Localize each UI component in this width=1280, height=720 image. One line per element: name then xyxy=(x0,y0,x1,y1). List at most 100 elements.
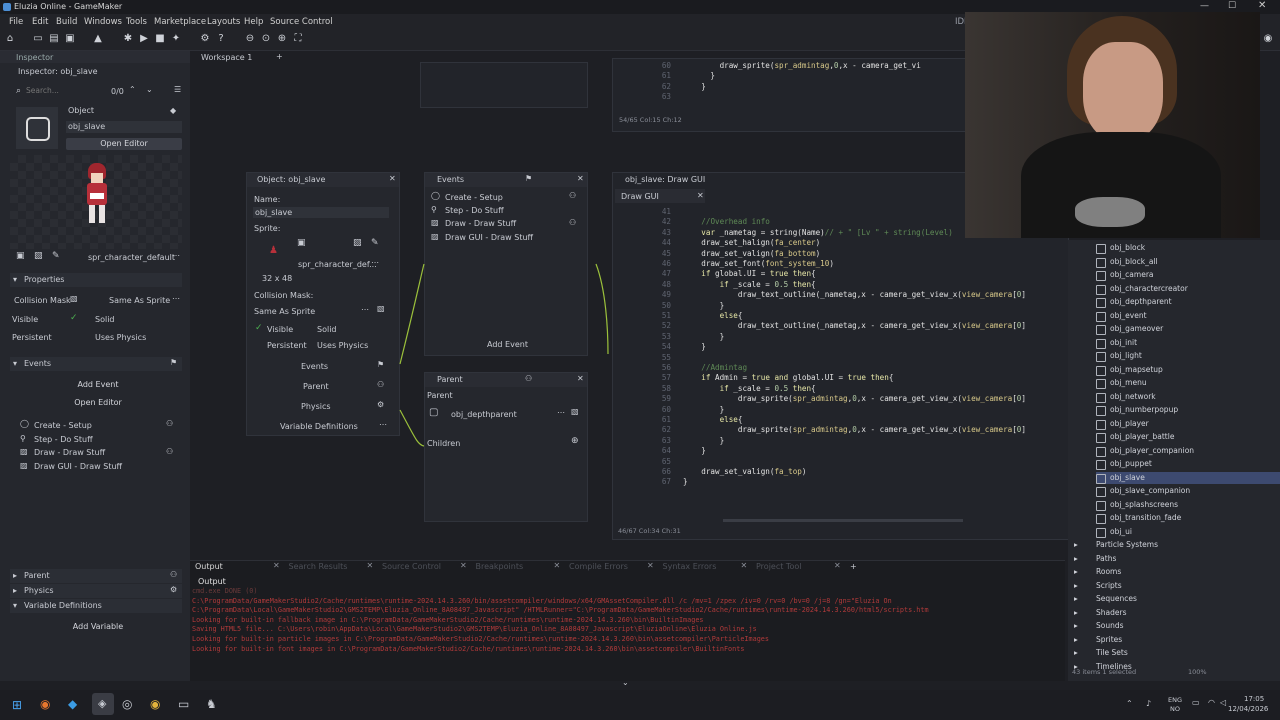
name-field[interactable]: obj_slave xyxy=(253,207,389,218)
menu-marketplace[interactable]: Marketplace xyxy=(154,17,206,27)
output-tab[interactable]: Output xyxy=(195,562,223,571)
zoom-out-icon[interactable]: ⊖ xyxy=(244,33,256,45)
terminal-icon[interactable]: ▭ xyxy=(178,697,189,711)
clock-date[interactable]: 12/04/2026 xyxy=(1228,705,1268,713)
open-folder-icon[interactable]: ▤ xyxy=(48,33,60,45)
speaker-icon[interactable]: ◁ xyxy=(1220,698,1226,707)
sprite-more-icon[interactable]: ⋯ xyxy=(371,258,379,267)
events-item-draw-gui[interactable]: Draw GUI - Draw Stuff xyxy=(445,233,533,242)
open-editor-events-button[interactable]: Open Editor xyxy=(14,397,182,409)
event-step[interactable]: Step - Do Stuff xyxy=(34,435,93,444)
mask-window-more-icon[interactable]: ⋯ xyxy=(361,305,369,314)
list-icon[interactable]: ☰ xyxy=(174,85,181,94)
events-window-button[interactable]: Events xyxy=(301,362,328,371)
event-draw-gui[interactable]: Draw GUI - Draw Stuff xyxy=(34,462,122,471)
output-tab-close-icon[interactable]: ✕ xyxy=(460,561,467,570)
asset-item[interactable]: obj_block xyxy=(1096,242,1280,254)
stop-icon[interactable]: ■ xyxy=(154,33,166,45)
physics-window-button[interactable]: Physics xyxy=(301,402,331,411)
home-icon[interactable]: ⌂ xyxy=(4,33,16,45)
asset-item[interactable]: obj_mapsetup xyxy=(1096,364,1280,376)
save-icon[interactable]: ▣ xyxy=(64,33,76,45)
flag-icon[interactable]: ⚑ xyxy=(170,358,177,367)
asset-item[interactable]: obj_player xyxy=(1096,418,1280,430)
search-icon[interactable]: ⌕ xyxy=(16,86,21,96)
tab-inspector[interactable]: Inspector xyxy=(16,53,53,62)
clean-icon[interactable]: ✦ xyxy=(170,33,182,45)
obs-icon[interactable]: ◎ xyxy=(122,697,132,711)
events-window-flag-icon[interactable]: ⚑ xyxy=(377,360,384,369)
asset-item[interactable]: obj_player_companion xyxy=(1096,445,1280,457)
menu-build[interactable]: Build xyxy=(56,17,77,27)
menu-file[interactable]: File xyxy=(9,17,23,27)
menu-help[interactable]: Help xyxy=(244,17,263,27)
asset-item[interactable]: obj_depthparent xyxy=(1096,296,1280,308)
output-tab-close-icon[interactable]: ✕ xyxy=(554,561,561,570)
parent-tree-icon[interactable]: ⚇ xyxy=(170,570,177,579)
maximize-icon[interactable]: ☐ xyxy=(1228,1,1236,11)
output-tab-close-icon[interactable]: ✕ xyxy=(273,561,280,570)
wifi-icon[interactable]: ◠ xyxy=(1208,698,1215,707)
sprite-value[interactable]: spr_character_def... xyxy=(298,260,377,269)
asset-item[interactable]: obj_block_all xyxy=(1096,256,1280,268)
persistent-window-label[interactable]: Persistent xyxy=(267,341,307,350)
physics-window-gear-icon[interactable]: ⚙ xyxy=(377,400,384,409)
event-create[interactable]: Create - Setup xyxy=(34,421,92,430)
menu-windows[interactable]: Windows xyxy=(84,17,122,27)
output-tab[interactable]: Search Results xyxy=(289,562,348,571)
menu-layouts[interactable]: Layouts xyxy=(207,17,240,27)
asset-item[interactable]: obj_slave xyxy=(1096,471,1280,484)
tag-icon[interactable]: ◆ xyxy=(170,106,176,115)
chrome-icon[interactable]: ◉ xyxy=(1262,33,1274,45)
package-icon[interactable]: ▲ xyxy=(92,33,104,45)
debug-icon[interactable]: ✱ xyxy=(122,33,134,45)
event-create-user-icon[interactable]: ⚇ xyxy=(166,419,173,428)
solid-label[interactable]: Solid xyxy=(95,315,115,324)
output-collapse-icon[interactable]: ⌄ xyxy=(622,678,629,687)
firefox-icon[interactable]: ◉ xyxy=(40,697,50,711)
solid-window-label[interactable]: Solid xyxy=(317,325,337,334)
chevron-up-icon[interactable]: ⌃ xyxy=(129,85,136,94)
minimize-icon[interactable]: — xyxy=(1200,1,1209,11)
mask-window-edit-icon[interactable]: ▧ xyxy=(377,304,385,313)
asset-item[interactable]: obj_splashscreens xyxy=(1096,499,1280,511)
add-event-button[interactable]: Add Event xyxy=(14,379,182,391)
gamemaker-taskbar-icon[interactable]: ◈ xyxy=(92,693,114,715)
fit-icon[interactable]: ⛶ xyxy=(292,33,304,45)
asset-item[interactable]: obj_event xyxy=(1096,310,1280,322)
output-tab[interactable]: Breakpoints xyxy=(476,562,524,571)
events-flag-icon[interactable]: ⚑ xyxy=(525,174,532,183)
clock-time[interactable]: 17:05 xyxy=(1244,695,1264,703)
add-variable-button[interactable]: Add Variable xyxy=(14,621,182,633)
output-subtab[interactable]: Output xyxy=(198,577,226,586)
physics-gear-icon[interactable]: ⚙ xyxy=(170,585,177,594)
events-item-draw[interactable]: Draw - Draw Stuff xyxy=(445,219,516,228)
asset-item[interactable]: obj_init xyxy=(1096,337,1280,349)
output-tab[interactable]: Source Control xyxy=(382,562,441,571)
edit-sprite-window-icon[interactable]: ▧ xyxy=(353,238,362,248)
sprite-name[interactable]: spr_character_default xyxy=(88,253,175,262)
uses-physics-window-label[interactable]: Uses Physics xyxy=(317,341,368,350)
run-icon[interactable]: ▶ xyxy=(138,33,150,45)
asset-item[interactable]: obj_camera xyxy=(1096,269,1280,281)
asset-item[interactable]: obj_network xyxy=(1096,391,1280,403)
events-header[interactable]: ▾ Events ⚑ xyxy=(10,357,182,371)
object-window-close-icon[interactable]: ✕ xyxy=(389,174,396,183)
chrome-taskbar-icon[interactable]: ◉ xyxy=(150,697,160,711)
variable-window-more-icon[interactable]: ⋯ xyxy=(379,420,387,429)
app-icon-extra[interactable]: ♞ xyxy=(206,697,217,711)
variable-definitions-header[interactable]: ▾ Variable Definitions xyxy=(10,599,182,613)
object-name-field[interactable]: obj_slave xyxy=(66,121,182,133)
asset-item[interactable]: obj_puppet xyxy=(1096,458,1280,470)
asset-item[interactable]: obj_player_battle xyxy=(1096,431,1280,443)
uses-physics-label[interactable]: Uses Physics xyxy=(95,333,146,342)
output-tab[interactable]: Compile Errors xyxy=(569,562,628,571)
lang-line1[interactable]: ENG xyxy=(1168,696,1182,704)
output-tab-close-icon[interactable]: ✕ xyxy=(741,561,748,570)
search-input[interactable] xyxy=(26,85,104,96)
asset-item[interactable]: obj_ui xyxy=(1096,526,1280,538)
tab-workspace-1[interactable]: Workspace 1 xyxy=(201,53,252,62)
pencil-window-icon[interactable]: ✎ xyxy=(371,238,379,248)
zoom-reset-icon[interactable]: ⊙ xyxy=(260,33,272,45)
chevron-down-icon[interactable]: ⌄ xyxy=(146,85,153,94)
